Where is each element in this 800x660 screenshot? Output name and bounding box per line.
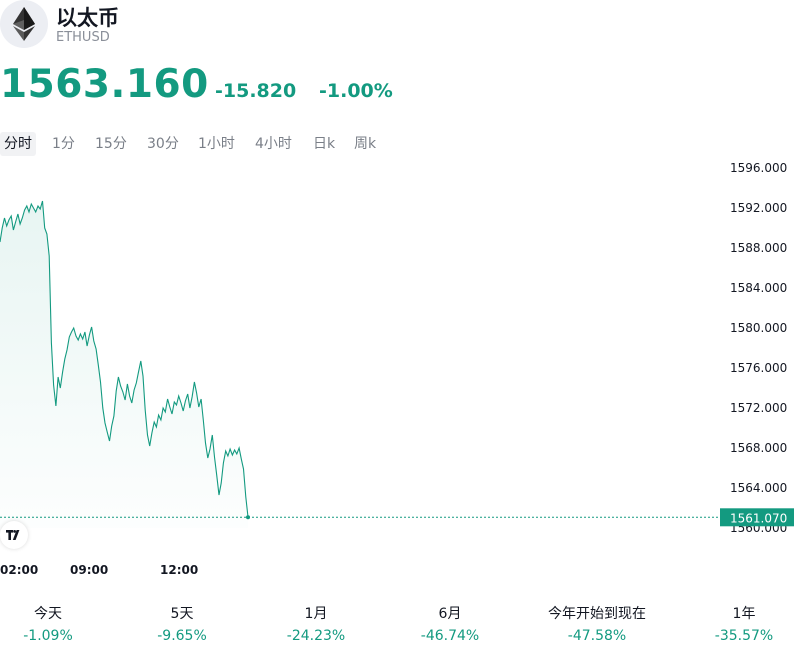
- period-value: -35.57%: [714, 628, 774, 644]
- y-tick-label: 1588.000: [730, 241, 787, 255]
- x-tick-label: 02:00: [0, 563, 38, 577]
- y-tick-label: 1584.000: [730, 281, 787, 295]
- price-change: -15.820: [215, 80, 297, 102]
- last-price: 1563.160: [0, 62, 209, 107]
- price-area-fill: [0, 201, 248, 528]
- period-ytd[interactable]: 今年开始到现在 -47.58%: [532, 604, 662, 644]
- x-tick-label: 09:00: [70, 563, 108, 577]
- period-label: 今年开始到现在: [548, 606, 646, 622]
- y-tick-label: 1592.000: [730, 201, 787, 215]
- y-tick-label: 1564.000: [730, 481, 787, 495]
- period-label: 1年: [732, 606, 756, 622]
- period-6m[interactable]: 6月 -46.74%: [385, 604, 515, 644]
- ethereum-icon: [0, 0, 48, 48]
- period-label: 1月: [304, 606, 328, 622]
- period-label: 5天: [170, 606, 194, 622]
- header: 以太币 ETHUSD: [0, 0, 400, 50]
- period-1m[interactable]: 1月 -24.23%: [251, 604, 381, 644]
- period-1y[interactable]: 1年 -35.57%: [679, 604, 800, 644]
- period-performance: 今天 -1.09% 5天 -9.65% 1月 -24.23% 6月 -46.74…: [0, 604, 800, 654]
- x-tick-label: 12:00: [160, 563, 198, 577]
- x-axis: 02:00 09:00 12:00: [0, 563, 198, 577]
- price-change-percent: -1.00%: [319, 80, 393, 102]
- quote-bar: 1563.160 -15.820 -1.00%: [0, 62, 600, 112]
- y-tick-label: 1576.000: [730, 361, 787, 375]
- period-value: -47.58%: [567, 628, 627, 644]
- last-price-label: 1561.070: [730, 511, 787, 525]
- period-value: -24.23%: [286, 628, 346, 644]
- asset-title: 以太币: [56, 6, 119, 30]
- period-value: -9.65%: [157, 628, 207, 644]
- y-tick-label: 1596.000: [730, 161, 787, 175]
- y-tick-label: 1568.000: [730, 441, 787, 455]
- period-today[interactable]: 今天 -1.09%: [0, 604, 113, 644]
- y-tick-label: 1572.000: [730, 401, 787, 415]
- price-chart[interactable]: 1596.000 1592.000 1588.000 1584.000 1580.000…: [0, 150, 800, 590]
- y-tick-label: 1580.000: [730, 321, 787, 335]
- tradingview-logo-icon[interactable]: [0, 521, 28, 549]
- period-5d[interactable]: 5天 -9.65%: [117, 604, 247, 644]
- period-label: 6月: [438, 606, 462, 622]
- asset-symbol: ETHUSD: [56, 30, 110, 45]
- period-value: -1.09%: [23, 628, 73, 644]
- y-axis: 1596.000 1592.000 1588.000 1584.000 1580.000…: [730, 161, 787, 535]
- period-value: -46.74%: [420, 628, 480, 644]
- period-label: 今天: [34, 606, 62, 622]
- last-price-dot: [246, 515, 250, 520]
